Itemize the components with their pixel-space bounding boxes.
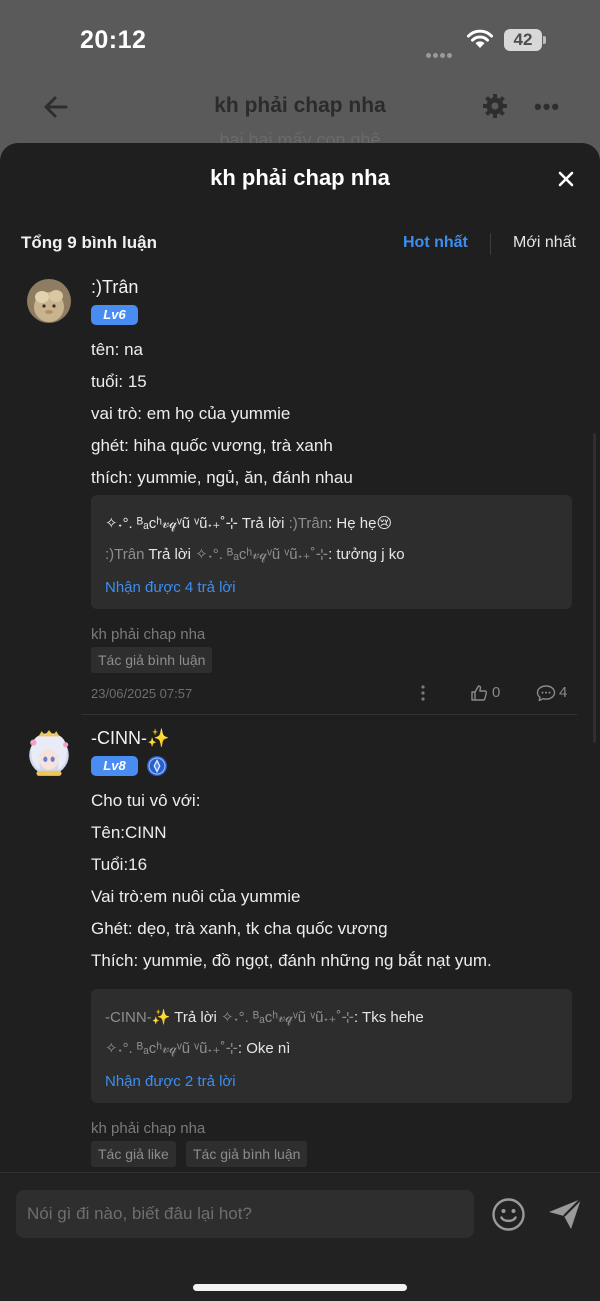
comment-text-line: thích: yummie, ngủ, ăn, đánh nhau: [91, 468, 353, 487]
status-bar: 20:12 42: [0, 0, 600, 80]
home-indicator: [193, 1284, 407, 1291]
avatar[interactable]: [24, 728, 74, 778]
send-icon[interactable]: [547, 1197, 583, 1231]
reply-text: : Oke nì: [237, 1040, 291, 1057]
comment-text-line: Ghét: dẹo, trà xanh, tk cha quốc vương: [91, 919, 388, 938]
like-count: 0: [492, 684, 501, 701]
reply-text: : Hẹ hẹ😢: [328, 515, 393, 532]
view-replies-link[interactable]: Nhận được 2 trả lời: [105, 1073, 236, 1090]
reply-target: ✧˖°. ᴮₐcʰ𝓋𝓆ᵛũ ᵛũ˖₊˚⊹: [221, 1009, 354, 1026]
comment-item: -CINN-✨ Lv8 Cho tui vô với: Tên:CINN Tuổ…: [0, 728, 600, 1173]
comment-text-line: Cho tui vô với:: [91, 791, 201, 810]
author-comment-tag: Tác giả bình luận: [186, 1141, 308, 1167]
author-comment-tag: Tác giả bình luận: [91, 647, 213, 673]
emoji-icon[interactable]: [491, 1197, 526, 1232]
wifi-icon: [467, 29, 493, 48]
comments-sheet: kh phải chap nha Tổng 9 bình luận Hot nh…: [0, 143, 600, 1301]
reply-author: :)Trân: [105, 546, 145, 563]
reply-author: ✧˖°. ᴮₐcʰ𝓋𝓆ᵛũ ᵛũ˖₊˚⊹: [105, 515, 238, 532]
reply-preview-box[interactable]: ✧˖°. ᴮₐcʰ𝓋𝓆ᵛũ ᵛũ˖₊˚⊹ Trả lời :)Trân: Hẹ …: [91, 495, 572, 609]
sort-hot-tab[interactable]: Hot nhất: [403, 234, 468, 252]
comment-divider: [81, 714, 577, 715]
reply-target: ✧˖°. ᴮₐcʰ𝓋𝓆ᵛũ ᵛũ˖₊˚⊹: [195, 546, 329, 563]
comment-text-line: tên: na: [91, 340, 143, 359]
comment-bubble-icon[interactable]: [536, 684, 556, 702]
more-vertical-icon[interactable]: [419, 684, 427, 702]
comment-text-line: tuổi: 15: [91, 372, 147, 391]
reply-target: :)Trân: [288, 515, 329, 532]
battery-level: 42: [504, 29, 542, 51]
comment-text-line: Tuổi:16: [91, 855, 148, 874]
battery-icon: 42: [504, 29, 546, 51]
comment-input[interactable]: [16, 1190, 474, 1238]
comments-header: Tổng 9 bình luận Hot nhất Mới nhất: [21, 233, 581, 257]
reply-verb: Trả lời: [241, 515, 285, 532]
reply-preview-line: ✧˖°. ᴮₐcʰ𝓋𝓆ᵛũ ᵛũ˖₊˚⊹: Oke nì: [105, 1039, 290, 1057]
comment-date: 23/06/2025 07:57: [91, 686, 193, 701]
comment-text-line: Thích: yummie, đồ ngọt, đánh những ng bắ…: [91, 951, 492, 970]
thumbs-up-icon[interactable]: [470, 684, 488, 702]
sheet-title: kh phải chap nha: [210, 165, 390, 190]
reply-preview-line: -CINN-✨ Trả lời ✧˖°. ᴮₐcʰ𝓋𝓆ᵛũ ᵛũ˖₊˚⊹: Tk…: [105, 1008, 424, 1026]
comment-list[interactable]: :)Trân Lv6 tên: na tuổi: 15 vai trò: em …: [0, 273, 600, 1173]
reply-author: -CINN-✨: [105, 1009, 171, 1026]
reply-verb: Trả lời: [174, 1009, 217, 1026]
background-title: kh phải chap nha: [214, 94, 386, 117]
comment-text-line: Tên:CINN: [91, 823, 167, 842]
sort-divider: [490, 233, 491, 255]
reply-count: 4: [559, 684, 568, 701]
author-like-tag: Tác giả like: [91, 1141, 176, 1167]
comment-author[interactable]: :)Trân: [91, 277, 138, 298]
avatar[interactable]: [27, 279, 71, 323]
background-header: kh phải chap nha •••: [0, 80, 600, 135]
level-badge: Lv6: [91, 305, 138, 325]
reply-text: : tưởng j ko: [328, 546, 405, 563]
close-icon[interactable]: [552, 165, 580, 193]
more-horizontal-icon[interactable]: •••: [534, 94, 560, 120]
comment-source[interactable]: kh phải chap nha: [91, 1120, 205, 1137]
verified-badge-icon: [147, 756, 167, 776]
comment-source[interactable]: kh phải chap nha: [91, 626, 205, 643]
scrollbar[interactable]: [593, 433, 596, 743]
comment-text-line: vai trò: em họ của yummie: [91, 404, 291, 423]
comment-count: Tổng 9 bình luận: [21, 233, 157, 252]
status-time: 20:12: [80, 26, 147, 54]
comment-input-bar: [0, 1172, 600, 1301]
sort-newest-tab[interactable]: Mới nhất: [513, 234, 576, 252]
signal-dots-icon: [426, 45, 456, 58]
gear-icon[interactable]: [482, 93, 508, 119]
view-replies-link[interactable]: Nhận được 4 trả lời: [105, 579, 236, 596]
reply-preview-line: :)Trân Trả lời ✧˖°. ᴮₐcʰ𝓋𝓆ᵛũ ᵛũ˖₊˚⊹: tưở…: [105, 545, 405, 563]
comment-item: :)Trân Lv6 tên: na tuổi: 15 vai trò: em …: [0, 273, 600, 728]
reply-preview-box[interactable]: -CINN-✨ Trả lời ✧˖°. ᴮₐcʰ𝓋𝓆ᵛũ ᵛũ˖₊˚⊹: Tk…: [91, 989, 572, 1103]
reply-author: ✧˖°. ᴮₐcʰ𝓋𝓆ᵛũ ᵛũ˖₊˚⊹: [105, 1040, 238, 1057]
comment-text-line: Vai trò:em nuôi của yummie: [91, 887, 301, 906]
reply-text: : Tks hehe: [353, 1009, 424, 1026]
comment-author[interactable]: -CINN-✨: [91, 728, 169, 749]
comment-text-line: ghét: hiha quốc vương, trà xanh: [91, 436, 333, 455]
reply-preview-line: ✧˖°. ᴮₐcʰ𝓋𝓆ᵛũ ᵛũ˖₊˚⊹ Trả lời :)Trân: Hẹ …: [105, 514, 392, 532]
reply-verb: Trả lời: [148, 546, 191, 563]
level-badge: Lv8: [91, 756, 138, 776]
background-page: 20:12 42 kh phải chap nha ••• bai bai mấ…: [0, 0, 600, 160]
